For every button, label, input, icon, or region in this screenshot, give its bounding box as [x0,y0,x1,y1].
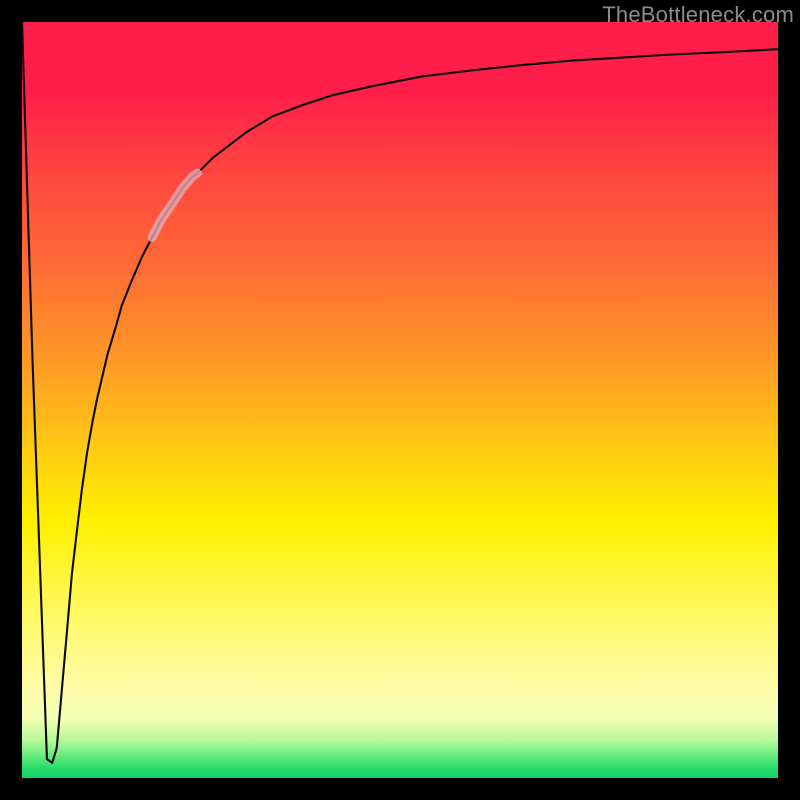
curve-layer [22,22,778,778]
curve-highlight [152,173,197,237]
watermark-text: TheBottleneck.com [602,2,794,28]
bottleneck-curve [22,22,778,763]
chart-frame: TheBottleneck.com [0,0,800,800]
plot-area [22,22,778,778]
